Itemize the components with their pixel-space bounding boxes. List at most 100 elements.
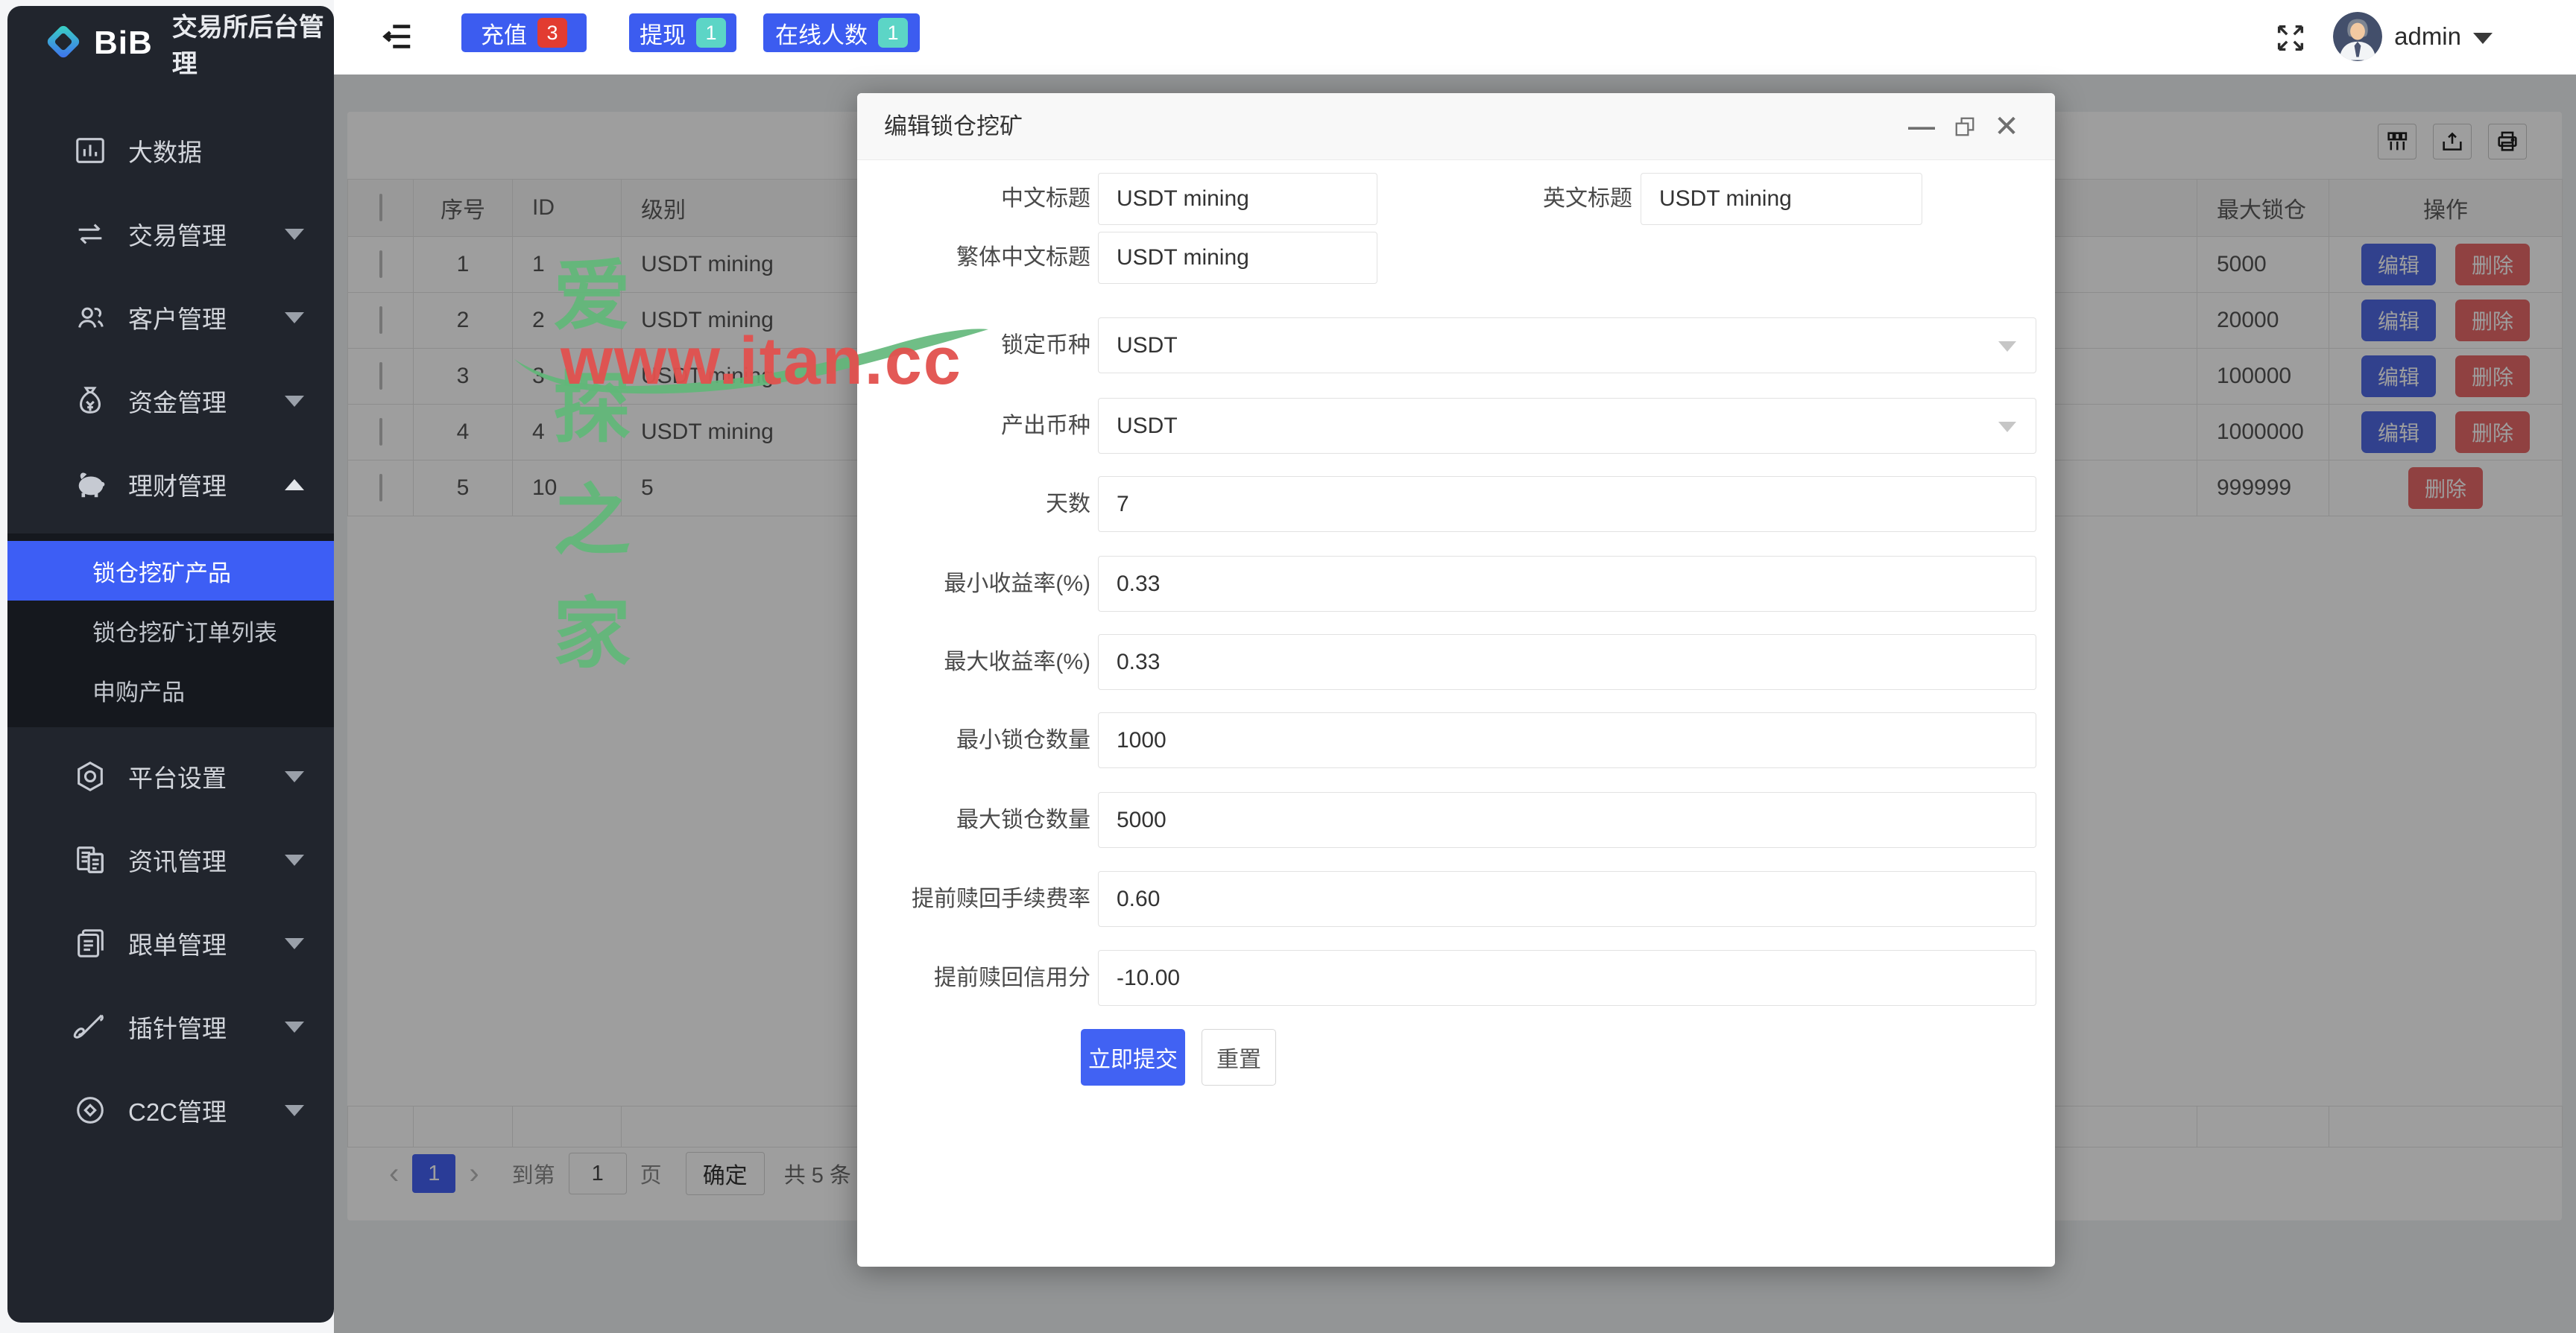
field-label-en-title: 英文标题 <box>1412 173 1632 225</box>
chevron-down-icon <box>285 229 304 240</box>
sidebar-subitem-locked-mining-orders[interactable]: 锁仓挖矿订单列表 <box>7 601 334 660</box>
exchange-icon <box>73 217 107 251</box>
gear-icon <box>73 759 107 794</box>
chevron-down-icon <box>285 1105 304 1116</box>
withdraw-label: 提现 <box>640 16 686 50</box>
field-label-lock-coin: 锁定币种 <box>871 317 1090 373</box>
sidebar-item-c2c-management[interactable]: C2C管理 <box>7 1076 334 1144</box>
chevron-down-icon <box>285 1022 304 1033</box>
user-name: admin <box>2394 22 2461 51</box>
logo: BiB 交易所后台管理 <box>7 6 334 80</box>
chevron-down-icon <box>285 312 304 323</box>
sidebar-item-copy-trade-management[interactable]: 跟单管理 <box>7 909 334 978</box>
app-title: 交易所后台管理 <box>172 7 334 80</box>
maximize-icon[interactable] <box>1949 111 1980 142</box>
sidebar-item-customer-management[interactable]: 客户管理 <box>7 283 334 352</box>
close-icon[interactable]: ✕ <box>1991 111 2022 142</box>
chevron-down-icon <box>1998 341 2016 352</box>
sidebar-item-finance-management[interactable]: 理财管理 <box>7 450 334 519</box>
user-menu[interactable]: admin <box>2333 12 2493 61</box>
field-label-redeem-fee: 提前赎回手续费率 <box>871 871 1090 927</box>
field-label-redeem-credit: 提前赎回信用分 <box>871 950 1090 1006</box>
sidebar-menu: 大数据 交易管理 客户管理 资金管理 <box>7 116 334 1144</box>
field-label-output-coin: 产出币种 <box>871 398 1090 454</box>
reset-button[interactable]: 重置 <box>1202 1029 1276 1086</box>
chevron-down-icon <box>285 771 304 782</box>
sidebar-item-trade-management[interactable]: 交易管理 <box>7 200 334 268</box>
en-title-input[interactable] <box>1641 173 1922 225</box>
sidebar-item-fund-management[interactable]: 资金管理 <box>7 367 334 435</box>
sidebar-submenu-finance: 锁仓挖矿产品 锁仓挖矿订单列表 申购产品 <box>7 533 334 727</box>
sidebar-item-label: 交易管理 <box>128 216 285 252</box>
coin-icon <box>73 1093 107 1127</box>
min-lock-input[interactable] <box>1098 712 2036 768</box>
lock-coin-select[interactable]: USDT <box>1098 317 2036 373</box>
app-root: BiB 交易所后台管理 大数据 交易管理 客户管理 <box>0 0 2576 1333</box>
chart-icon <box>73 133 107 168</box>
chevron-down-icon <box>285 396 304 407</box>
sidebar-item-big-data[interactable]: 大数据 <box>7 116 334 185</box>
needle-icon <box>73 1010 107 1044</box>
documents-icon <box>73 926 107 960</box>
redeem-fee-input[interactable] <box>1098 871 2036 927</box>
sidebar-item-label: 跟单管理 <box>128 925 285 961</box>
online-users-badge: 1 <box>878 18 908 48</box>
modal-header: 编辑锁仓挖矿 — ✕ <box>857 93 2055 160</box>
max-lock-input[interactable] <box>1098 792 2036 848</box>
field-label-max-lock: 最大锁仓数量 <box>871 792 1090 848</box>
max-rate-input[interactable] <box>1098 634 2036 690</box>
submit-button[interactable]: 立即提交 <box>1081 1029 1185 1086</box>
sidebar-item-label: 资讯管理 <box>128 842 285 878</box>
sidebar-item-label: 平台设置 <box>128 759 285 794</box>
cn-title-input[interactable] <box>1098 173 1377 225</box>
sidebar-item-platform-settings[interactable]: 平台设置 <box>7 742 334 811</box>
sidebar-item-label: 大数据 <box>128 133 304 168</box>
sidebar-subitem-locked-mining-products[interactable]: 锁仓挖矿产品 <box>7 541 334 601</box>
field-label-tc-title: 繁体中文标题 <box>871 232 1090 284</box>
modal-title: 编辑锁仓挖矿 <box>884 93 1023 160</box>
min-rate-input[interactable] <box>1098 556 2036 612</box>
sidebar-item-label: 插针管理 <box>128 1009 285 1045</box>
sidebar-item-label: 资金管理 <box>128 383 285 419</box>
sidebar-item-label: 理财管理 <box>128 466 285 502</box>
news-icon <box>73 843 107 877</box>
minimize-icon[interactable]: — <box>1906 111 1937 142</box>
money-bag-icon <box>73 384 107 418</box>
chevron-down-icon <box>285 855 304 866</box>
recharge-badge: 3 <box>537 18 567 48</box>
sidebar-item-label: 客户管理 <box>128 300 285 335</box>
days-input[interactable] <box>1098 476 2036 532</box>
field-label-cn-title: 中文标题 <box>871 173 1090 225</box>
sidebar-item-pin-management[interactable]: 插针管理 <box>7 992 334 1061</box>
output-coin-value: USDT <box>1117 414 1178 439</box>
sidebar-item-label: C2C管理 <box>128 1092 285 1128</box>
chevron-up-icon <box>285 479 304 490</box>
lock-coin-value: USDT <box>1117 333 1178 358</box>
topbar: 充值 3 提现 1 在线人数 1 admin <box>334 0 2576 75</box>
sidebar: BiB 交易所后台管理 大数据 交易管理 客户管理 <box>7 6 334 1323</box>
piggy-bank-icon <box>73 467 107 501</box>
field-label-max-rate: 最大收益率(%) <box>871 634 1090 690</box>
online-users-label: 在线人数 <box>775 16 868 50</box>
recharge-label: 充值 <box>481 16 527 50</box>
recharge-button[interactable]: 充值 3 <box>461 13 587 52</box>
field-label-days: 天数 <box>871 476 1090 532</box>
withdraw-button[interactable]: 提现 1 <box>629 13 736 52</box>
fullscreen-icon[interactable] <box>2273 21 2308 55</box>
chevron-down-icon <box>1998 422 2016 432</box>
field-label-min-lock: 最小锁仓数量 <box>871 712 1090 768</box>
online-users-button[interactable]: 在线人数 1 <box>763 13 920 52</box>
withdraw-badge: 1 <box>696 18 726 48</box>
tc-title-input[interactable] <box>1098 232 1377 284</box>
sidebar-subitem-subscription-products[interactable]: 申购产品 <box>7 660 334 720</box>
collapse-menu-icon[interactable] <box>380 19 414 54</box>
sidebar-item-news-management[interactable]: 资讯管理 <box>7 826 334 894</box>
redeem-credit-input[interactable] <box>1098 950 2036 1006</box>
chevron-down-icon <box>285 938 304 949</box>
avatar <box>2333 12 2382 61</box>
logo-text: BiB <box>94 25 153 62</box>
chevron-down-icon <box>2473 33 2493 44</box>
logo-icon <box>46 25 83 62</box>
users-icon <box>73 300 107 335</box>
output-coin-select[interactable]: USDT <box>1098 398 2036 454</box>
